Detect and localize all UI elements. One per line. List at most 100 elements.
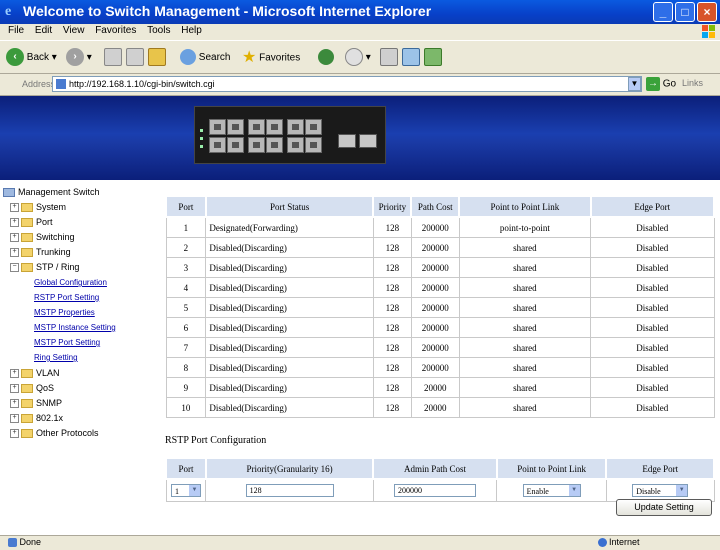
table-row: 9 Disabled(Discarding) 128 20000 shared Disab…	[165, 377, 715, 398]
folder-icon	[21, 414, 33, 424]
point-to-point-select[interactable]: Enable ▼	[522, 484, 581, 497]
expand-icon[interactable]: +	[10, 233, 19, 243]
close-button[interactable]: ×	[697, 2, 717, 22]
folder-icon	[21, 429, 33, 439]
table-cell: Disabled(Discarding)	[205, 237, 374, 258]
expand-icon[interactable]: +	[10, 203, 19, 213]
expand-icon[interactable]: +	[10, 384, 19, 394]
tree-link-mstp-port-setting[interactable]: MSTP Port Setting	[34, 336, 100, 350]
column-header: Edge Port	[605, 457, 715, 480]
address-input[interactable]: http://192.168.1.10/cgi-bin/switch.cgi	[52, 76, 642, 92]
search-button[interactable]: Search	[180, 48, 230, 68]
edge-port-select[interactable]: Disable ▼	[632, 484, 689, 497]
table-row: 10 Disabled(Discarding) 128 20000 shared Disa…	[165, 397, 715, 418]
column-header: Point to Point Link	[495, 457, 608, 480]
admin-path-cost-input[interactable]: 200000	[394, 484, 477, 497]
table-cell: 200000	[410, 237, 460, 258]
folder-icon	[21, 384, 33, 394]
table-cell: shared	[458, 277, 592, 298]
expand-icon[interactable]: +	[10, 248, 19, 258]
table-cell: 128	[372, 257, 412, 278]
expand-icon[interactable]: +	[10, 429, 19, 439]
table-cell: Disabled	[590, 216, 715, 238]
table-row: 3 Disabled(Discarding) 128 200000 shared Disa…	[165, 257, 715, 278]
page-icon	[56, 79, 66, 89]
tree-link-global-configuration[interactable]: Global Configuration	[34, 276, 107, 290]
search-label: Search	[198, 52, 231, 63]
open-folder-icon	[21, 263, 33, 273]
tree-item-vlan[interactable]: + VLAN	[10, 366, 60, 380]
tree-link-mstp-instance-setting[interactable]: MSTP Instance Setting	[34, 321, 116, 335]
history-button[interactable]	[318, 48, 334, 68]
table-cell: Disabled(Discarding)	[205, 337, 374, 358]
menu-tools[interactable]: Tools	[147, 25, 170, 36]
table-cell: 200000	[410, 337, 460, 358]
table-header-row: Port Port Status Priority Path Cost Poin…	[165, 195, 716, 218]
tree-link-rstp-port-setting[interactable]: RSTP Port Setting	[34, 291, 99, 305]
table-cell: shared	[458, 237, 592, 258]
star-icon: ★	[242, 49, 257, 66]
priority-input[interactable]: 128	[245, 484, 334, 497]
table-cell: Designated(Forwarding)	[205, 216, 374, 238]
stop-button[interactable]	[104, 48, 122, 68]
expand-icon[interactable]: +	[10, 414, 19, 424]
table-row: 8 Disabled(Discarding) 128 200000 shared Disa…	[165, 357, 715, 378]
mail-button[interactable]: ▾	[345, 48, 371, 68]
table-cell: Disabled	[590, 397, 715, 418]
address-dropdown-icon[interactable]: ▼	[628, 77, 641, 91]
links-button[interactable]: Links	[682, 78, 703, 88]
tree-item-snmp[interactable]: + SNMP	[10, 396, 62, 410]
expand-icon[interactable]: +	[10, 369, 19, 379]
tree-root[interactable]: Management Switch	[3, 185, 100, 199]
table-cell: 5	[165, 297, 207, 318]
menu-file[interactable]: File	[8, 25, 24, 36]
maximize-button[interactable]: □	[675, 2, 695, 22]
update-setting-button[interactable]: Update Setting	[616, 499, 712, 516]
menu-view[interactable]: View	[63, 25, 85, 36]
table-cell: 3	[165, 257, 207, 278]
tree-item-8021x[interactable]: +802.1x	[10, 411, 63, 425]
tree-link-mstp-properties[interactable]: MSTP Properties	[34, 306, 95, 320]
menu-help[interactable]: Help	[181, 25, 202, 36]
forward-arrow-icon: ›	[66, 48, 84, 67]
port-select[interactable]: 1 ▼	[170, 484, 201, 497]
home-button[interactable]	[148, 48, 166, 68]
folder-icon	[21, 218, 33, 228]
tree-item-qos[interactable]: + QoS	[10, 381, 54, 395]
refresh-button[interactable]	[126, 48, 144, 68]
column-header: Edge Port	[589, 195, 716, 218]
collapse-icon[interactable]: −	[10, 263, 19, 273]
column-header: Priority	[372, 195, 413, 218]
forward-button[interactable]: › ▾	[66, 48, 92, 68]
table-cell: shared	[458, 397, 592, 418]
tree-item-switching[interactable]: + Switching	[10, 230, 75, 244]
print-button[interactable]	[380, 48, 398, 68]
table-cell: Disabled	[590, 297, 715, 318]
table-cell: 128	[372, 216, 412, 238]
messenger-button[interactable]	[424, 48, 442, 68]
table-cell: Disabled	[590, 317, 715, 338]
tree-item-port[interactable]: + Port	[10, 215, 53, 229]
folder-icon	[21, 248, 33, 258]
expand-icon[interactable]: +	[10, 399, 19, 409]
menu-edit[interactable]: Edit	[35, 25, 52, 36]
tree-link-ring-setting[interactable]: Ring Setting	[34, 351, 78, 365]
table-cell: shared	[458, 357, 592, 378]
go-arrow-icon: →	[646, 77, 660, 91]
back-button[interactable]: ‹ Back ▾	[6, 48, 57, 68]
go-button[interactable]: → Go	[646, 77, 676, 91]
edit-icon	[402, 48, 420, 67]
tree-item-stp-ring[interactable]: − STP / Ring	[10, 260, 79, 274]
menu-favorites[interactable]: Favorites	[95, 25, 136, 36]
tree-item-trunking[interactable]: + Trunking	[10, 245, 71, 259]
edit-button[interactable]	[402, 48, 420, 68]
path-cost-cell: 200000	[372, 478, 498, 502]
tree-item-other-protocols[interactable]: + Other Protocols	[10, 426, 99, 440]
favorites-button[interactable]: ★ Favorites	[242, 48, 300, 68]
table-cell: 2	[165, 237, 207, 258]
expand-icon[interactable]: +	[10, 218, 19, 228]
minimize-button[interactable]: _	[653, 2, 673, 22]
window-title: Welcome to Switch Management - Microsoft…	[23, 3, 432, 19]
tree-item-system[interactable]: + System	[10, 200, 66, 214]
tree-item-label: Other Protocols	[36, 428, 99, 438]
